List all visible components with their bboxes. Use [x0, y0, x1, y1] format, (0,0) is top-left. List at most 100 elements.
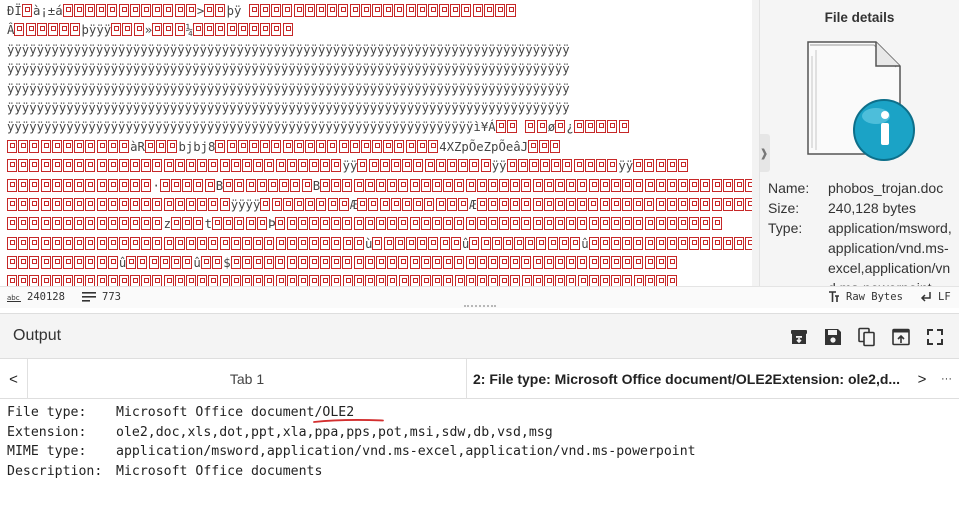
unprintable-char-glyph	[286, 256, 297, 270]
unprintable-char-glyph	[286, 236, 297, 250]
length-indicator[interactable]: abc 240128	[7, 291, 65, 303]
unprintable-char-glyph	[469, 159, 480, 173]
unprintable-char-glyph	[141, 275, 152, 286]
tab-2[interactable]: 2: File type: Microsoft Office document/…	[467, 359, 908, 399]
unprintable-char-glyph	[554, 197, 565, 211]
unprintable-char-glyph	[18, 217, 29, 231]
unprintable-char-glyph	[711, 236, 722, 250]
replace-input-button[interactable]	[889, 325, 913, 349]
output-text[interactable]: File type: Microsoft Office document/OLE2…	[0, 400, 959, 520]
unprintable-char-glyph	[260, 23, 271, 37]
input-text-segment: 4XZpÕeZpÕeâJ	[439, 139, 529, 154]
unprintable-char-glyph	[40, 178, 51, 192]
unprintable-char-glyph	[446, 197, 457, 211]
unprintable-char-glyph	[226, 23, 237, 37]
unprintable-char-glyph	[454, 217, 465, 231]
unprintable-char-glyph	[488, 275, 499, 286]
unprintable-char-glyph	[610, 178, 621, 192]
unprintable-char-glyph	[316, 139, 327, 153]
unprintable-char-glyph	[540, 159, 551, 173]
pane-resize-handle[interactable]	[464, 305, 496, 309]
unprintable-char-glyph	[208, 236, 219, 250]
unprintable-char-glyph	[62, 197, 73, 211]
maximise-output-button[interactable]	[923, 325, 947, 349]
unprintable-char-glyph	[371, 4, 382, 17]
unprintable-char-glyph	[599, 178, 610, 192]
unprintable-char-glyph	[18, 139, 29, 153]
unprintable-char-glyph	[379, 159, 390, 173]
unprintable-char-glyph	[402, 197, 413, 211]
save-output-button[interactable]	[821, 325, 845, 349]
unprintable-char-glyph	[40, 275, 51, 286]
copy-output-button[interactable]	[855, 325, 879, 349]
unprintable-char-glyph	[644, 236, 655, 250]
unprintable-char-glyph	[532, 197, 543, 211]
unprintable-char-glyph	[622, 236, 633, 250]
unprintable-char-glyph	[622, 197, 632, 211]
tab-1[interactable]: Tab 1	[27, 359, 467, 399]
unprintable-char-glyph	[577, 217, 588, 231]
output-header: Output	[0, 313, 959, 359]
unprintable-char-glyph	[74, 197, 85, 211]
unprintable-char-glyph	[286, 217, 297, 231]
input-text-segment: ·	[152, 178, 160, 193]
unprintable-char-glyph	[96, 159, 107, 173]
collapse-details-button[interactable]: ❱	[760, 134, 770, 172]
unprintable-char-glyph	[700, 178, 711, 192]
encoding-selector[interactable]: Raw Bytes	[828, 291, 903, 303]
input-pane[interactable]: ÐÏ à¡±á > þÿ Âþÿÿÿ» ¼ ÿÿÿÿÿÿÿÿÿÿÿÿÿÿÿÿÿÿÿÿÿÿÿ…	[0, 0, 759, 286]
lines-indicator[interactable]: 773	[82, 291, 121, 303]
unprintable-char-glyph	[547, 236, 558, 250]
tab-scroll-right-button[interactable]: >	[910, 359, 934, 399]
unprintable-char-glyph	[129, 4, 140, 17]
input-text-segment: àR	[130, 139, 145, 154]
input-scrollbar[interactable]	[752, 0, 759, 286]
unprintable-char-glyph	[510, 197, 521, 211]
unprintable-char-glyph	[260, 139, 271, 153]
unprintable-char-glyph	[234, 178, 245, 192]
unprintable-char-glyph	[163, 159, 174, 173]
unprintable-char-glyph	[331, 256, 342, 270]
unprintable-char-glyph	[271, 23, 282, 37]
unprintable-char-glyph	[96, 139, 107, 153]
unprintable-char-glyph	[417, 236, 428, 250]
unprintable-char-glyph	[394, 4, 405, 17]
unprintable-char-glyph	[398, 217, 409, 231]
unprintable-char-glyph	[402, 159, 413, 173]
unprintable-char-glyph	[18, 159, 29, 173]
unprintable-char-glyph	[256, 217, 267, 231]
unprintable-char-glyph	[514, 236, 525, 250]
unprintable-char-glyph	[29, 139, 40, 153]
unprintable-char-glyph	[618, 120, 629, 134]
tab-1-label: Tab 1	[229, 371, 265, 387]
unprintable-char-glyph	[241, 236, 252, 250]
unprintable-char-glyph	[174, 236, 185, 250]
unprintable-char-glyph	[465, 178, 476, 192]
unprintable-char-glyph	[29, 275, 40, 286]
unprintable-char-glyph	[130, 178, 141, 192]
unprintable-char-glyph	[383, 4, 394, 17]
unprintable-char-glyph	[495, 120, 506, 134]
output-line-description: Description: Microsoft Office documents	[7, 462, 959, 482]
unprintable-char-glyph	[599, 256, 610, 270]
input-text-segment: ÿÿ	[618, 159, 634, 174]
archive-output-button[interactable]	[787, 325, 811, 349]
input-text-view[interactable]: ÐÏ à¡±á > þÿ Âþÿÿÿ» ¼ ÿÿÿÿÿÿÿÿÿÿÿÿÿÿÿÿÿÿÿÿÿÿÿ…	[0, 0, 759, 286]
keyboard-return-icon	[920, 292, 931, 302]
unprintable-char-glyph	[532, 217, 543, 231]
file-details-title: File details	[824, 10, 895, 25]
unprintable-char-glyph	[275, 217, 286, 231]
unprintable-char-glyph	[435, 159, 446, 173]
eol-selector[interactable]: LF	[920, 291, 951, 303]
unprintable-char-glyph	[454, 275, 465, 286]
unprintable-char-glyph	[7, 159, 17, 173]
unprintable-char-glyph	[409, 275, 420, 286]
tab-scroll-left-button[interactable]: <	[0, 359, 27, 399]
tab-menu-button[interactable]: ···	[934, 359, 959, 399]
unprintable-char-glyph	[446, 159, 457, 173]
unprintable-char-glyph	[204, 23, 215, 37]
unprintable-char-glyph	[118, 4, 129, 17]
unprintable-char-glyph	[316, 197, 327, 211]
unprintable-char-glyph	[349, 4, 360, 17]
unprintable-char-glyph	[193, 217, 204, 231]
